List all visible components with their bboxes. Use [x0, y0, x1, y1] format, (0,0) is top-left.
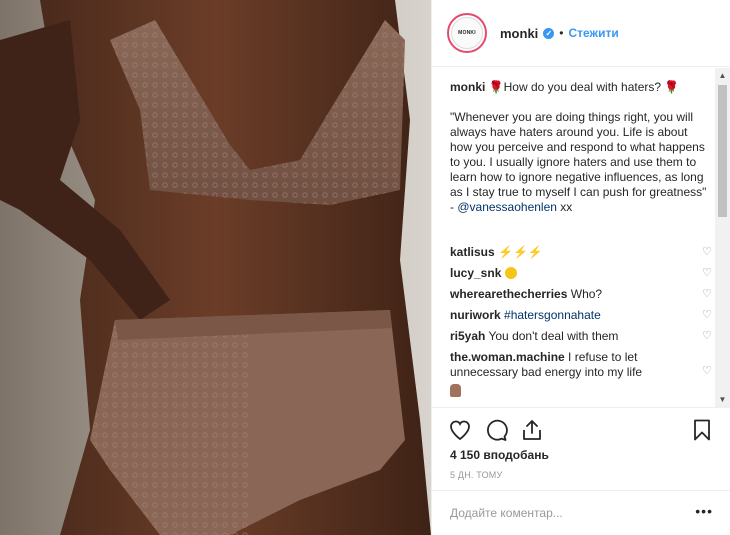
- caption-body: "Whenever you are doing things right, yo…: [450, 110, 708, 215]
- comment-text: You don't deal with them: [488, 329, 619, 343]
- caption-headline: How do you deal with haters?: [503, 80, 662, 94]
- heart-icon[interactable]: ♡: [702, 247, 714, 258]
- comment-row: lucy_snk ♡: [450, 266, 714, 287]
- avatar-logo: MONKI: [451, 17, 483, 49]
- action-bar: [432, 407, 730, 451]
- comment-username[interactable]: katlisus: [450, 245, 495, 259]
- heart-icon[interactable]: ♡: [702, 310, 714, 321]
- bookmark-icon[interactable]: [690, 418, 714, 442]
- caption-mention[interactable]: @vanessaohenlen: [457, 200, 557, 214]
- comments-scrollbar[interactable]: ▲ ▼: [715, 68, 730, 407]
- heart-icon[interactable]: ♡: [702, 289, 714, 300]
- comment-text: Who?: [570, 287, 603, 301]
- more-options-icon[interactable]: •••: [695, 503, 713, 519]
- rose-icon: 🌹: [664, 80, 680, 94]
- smiley-icon: [504, 267, 517, 279]
- post-image[interactable]: [0, 0, 431, 535]
- comment-row: ri5yah You don't deal with them ♡: [450, 329, 714, 350]
- post-photo: [0, 0, 431, 535]
- post-sidebar: MONKI monki ✓ • Стежити monki 🌹How do yo…: [431, 0, 730, 535]
- like-heart-icon[interactable]: [448, 418, 472, 442]
- caption-username[interactable]: monki: [450, 80, 485, 94]
- comment-username[interactable]: wherearethecherries: [450, 287, 567, 301]
- post-timestamp[interactable]: 5 ДН. ТОМУ: [450, 470, 502, 480]
- heart-icon[interactable]: ♡: [702, 331, 714, 342]
- rose-icon: 🌹: [488, 80, 504, 94]
- waving-hand-icon: [450, 384, 461, 397]
- share-icon[interactable]: [520, 418, 544, 442]
- add-comment-section: •••: [432, 490, 730, 535]
- caption: monki 🌹How do you deal with haters? 🌹 "W…: [450, 80, 708, 215]
- comment-username[interactable]: nuriwork: [450, 308, 501, 322]
- caption-quote: "Whenever you are doing things right, yo…: [450, 110, 707, 214]
- lightning-icon: ⚡⚡⚡: [498, 245, 543, 259]
- follow-button[interactable]: Стежити: [569, 26, 619, 40]
- header-username[interactable]: monki: [500, 26, 538, 41]
- separator-dot: •: [559, 26, 564, 40]
- comment-row: nuriwork #hatersgonnahate ♡: [450, 308, 714, 329]
- heart-icon[interactable]: ♡: [702, 268, 714, 279]
- comment-username[interactable]: ri5yah: [450, 329, 485, 343]
- post-header: MONKI monki ✓ • Стежити: [432, 0, 730, 67]
- comments-list[interactable]: monki 🌹How do you deal with haters? 🌹 "W…: [432, 68, 730, 407]
- comment-hashtag[interactable]: #hatersgonnahate: [504, 308, 601, 322]
- comment-bubble-icon[interactable]: [484, 418, 508, 442]
- comment-row: katlisus ⚡⚡⚡ ♡: [450, 245, 714, 266]
- scroll-thumb[interactable]: [718, 85, 727, 217]
- comment-username[interactable]: lucy_snk: [450, 266, 501, 280]
- comment-username[interactable]: the.woman.machine: [450, 350, 565, 364]
- scroll-up-icon[interactable]: ▲: [715, 68, 730, 83]
- caption-suffix: xx: [556, 200, 573, 214]
- comment-input[interactable]: [450, 503, 680, 523]
- scroll-down-icon[interactable]: ▼: [715, 392, 730, 407]
- comment-rows: katlisus ⚡⚡⚡ ♡ lucy_snk ♡ wherearetheche…: [450, 245, 714, 402]
- heart-icon[interactable]: ♡: [702, 366, 714, 377]
- likes-count[interactable]: 4 150 вподобань: [450, 448, 549, 462]
- verified-badge-icon: ✓: [543, 27, 555, 39]
- comment-row: wherearethecherries Who? ♡: [450, 287, 714, 308]
- avatar[interactable]: MONKI: [447, 13, 487, 53]
- comment-row: the.woman.machine I refuse to let unnece…: [450, 350, 714, 402]
